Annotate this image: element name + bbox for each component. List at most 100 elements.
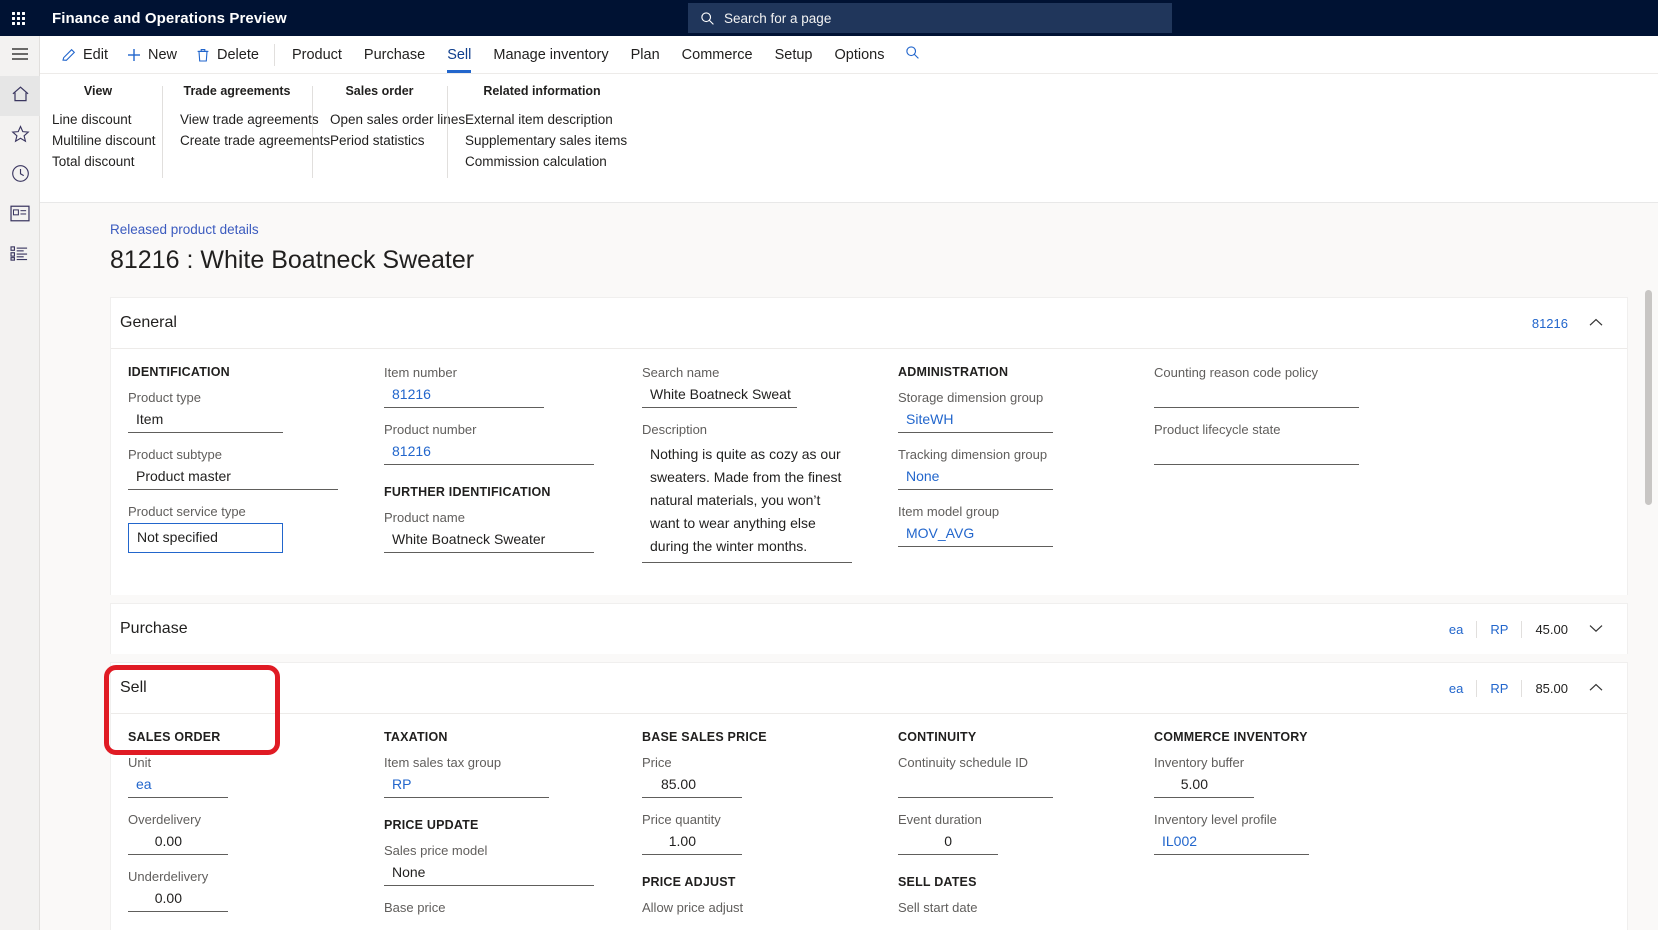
sidebar-item-recent[interactable] (0, 156, 40, 196)
link-multiline-discount[interactable]: Multiline discount (52, 130, 156, 151)
tab-setup[interactable]: Setup (764, 36, 824, 74)
chevron-up-icon (1589, 314, 1603, 332)
sidebar-item-workspaces[interactable] (0, 196, 40, 236)
fasttab-purchase-expand-button[interactable] (1581, 620, 1611, 638)
continuity-schedule-id-label: Continuity schedule ID (898, 755, 1029, 770)
product-type-value[interactable]: Item (128, 409, 283, 433)
link-external-item-description[interactable]: External item description (465, 109, 619, 130)
content-scrollbar[interactable] (1645, 290, 1652, 926)
unit-value[interactable]: ea (128, 774, 228, 798)
purchase-summary-tax-group[interactable]: RP (1477, 622, 1521, 637)
link-supplementary-sales-items[interactable]: Supplementary sales items (465, 130, 627, 151)
link-total-discount[interactable]: Total discount (52, 151, 144, 172)
field-inventory-level-profile: Inventory level profile IL002 (1154, 812, 1416, 855)
new-button[interactable]: New (117, 36, 186, 74)
product-subtype-label: Product subtype (128, 447, 222, 462)
underdelivery-value[interactable]: 0.00 (128, 888, 228, 912)
link-create-trade-agreements[interactable]: Create trade agreements (180, 130, 330, 151)
link-period-statistics[interactable]: Period statistics (330, 130, 429, 151)
sell-summary-tax-group[interactable]: RP (1477, 681, 1521, 696)
general-summary-item-number[interactable]: 81216 (1519, 316, 1581, 331)
tab-manage-inventory-label: Manage inventory (493, 46, 609, 63)
page-search-box[interactable]: Search for a page (688, 3, 1172, 33)
ribbon-group-sales-order-title: Sales order (345, 84, 414, 98)
item-number-value[interactable]: 81216 (384, 384, 544, 408)
storage-dimension-group-value[interactable]: SiteWH (898, 409, 1053, 433)
overdelivery-value[interactable]: 0.00 (128, 831, 228, 855)
sell-column-sales-order: SALES ORDER Unit ea Overdelivery 0.00 Un… (120, 730, 376, 926)
product-subtype-value[interactable]: Product master (128, 466, 338, 490)
link-view-trade-agreements[interactable]: View trade agreements (180, 109, 319, 130)
sidebar-item-home[interactable] (0, 76, 40, 116)
action-search-button[interactable] (895, 36, 929, 74)
price-value[interactable]: 85.00 (642, 774, 742, 798)
item-model-group-value[interactable]: MOV_AVG (898, 523, 1053, 547)
tab-options[interactable]: Options (823, 36, 895, 74)
product-number-value[interactable]: 81216 (384, 441, 594, 465)
tab-plan[interactable]: Plan (620, 36, 671, 74)
counting-reason-code-policy-value[interactable] (1154, 384, 1359, 408)
purchase-summary-unit[interactable]: ea (1436, 622, 1476, 637)
plus-icon (126, 47, 142, 63)
field-product-service-type: Product service type Not specified (128, 504, 366, 553)
breadcrumb[interactable]: Released product details (110, 222, 259, 237)
tracking-dimension-group-value[interactable]: None (898, 466, 1053, 490)
price-quantity-label: Price quantity (642, 812, 721, 827)
fasttab-sell-summary: ea RP 85.00 (1436, 679, 1581, 697)
trash-icon (195, 47, 211, 63)
tab-commerce[interactable]: Commerce (671, 36, 764, 74)
description-value[interactable]: Nothing is quite as cozy as our sweaters… (642, 441, 852, 563)
inventory-buffer-value[interactable]: 5.00 (1154, 774, 1254, 798)
action-pane-tabstrip: Edit New Delete Product Purchase Sell Ma… (40, 36, 1658, 74)
sell-column-continuity: CONTINUITY Continuity schedule ID Event … (890, 730, 1146, 926)
link-line-discount[interactable]: Line discount (52, 109, 144, 130)
price-adjust-heading: PRICE ADJUST (642, 875, 736, 889)
sidebar-item-modules[interactable] (0, 236, 40, 276)
inventory-level-profile-value[interactable]: IL002 (1154, 831, 1309, 855)
star-icon (10, 124, 30, 148)
app-launcher-icon (11, 11, 25, 25)
search-name-value[interactable]: White Boatneck Sweat (642, 384, 797, 408)
home-icon (11, 85, 30, 108)
new-button-label: New (148, 46, 178, 63)
continuity-schedule-id-value[interactable] (898, 774, 1053, 798)
tab-product-label: Product (291, 46, 342, 63)
item-sales-tax-group-value[interactable]: RP (384, 774, 549, 798)
sales-order-heading: SALES ORDER (128, 730, 221, 744)
chevron-up-icon (1589, 679, 1603, 697)
general-column-administration: ADMINISTRATION Storage dimension group S… (890, 365, 1146, 577)
sales-price-model-label: Sales price model (384, 843, 488, 858)
sidebar-item-favorites[interactable] (0, 116, 40, 156)
counting-reason-code-policy-label: Counting reason code policy (1154, 365, 1319, 380)
tab-purchase[interactable]: Purchase (353, 36, 436, 74)
event-duration-value[interactable]: 0 (898, 831, 998, 855)
tracking-dimension-group-label: Tracking dimension group (898, 447, 1048, 462)
edit-button[interactable]: Edit (52, 36, 117, 74)
sidebar-item-menu[interactable] (0, 36, 40, 76)
fasttab-sell-header[interactable]: Sell ea RP 85.00 (111, 663, 1627, 713)
field-description: Description Nothing is quite as cozy as … (642, 422, 880, 563)
field-counting-reason-code-policy: Counting reason code policy (1154, 365, 1416, 408)
sell-summary-unit[interactable]: ea (1436, 681, 1476, 696)
sales-price-model-value[interactable]: None (384, 862, 594, 886)
fasttab-sell-collapse-button[interactable] (1581, 679, 1611, 697)
link-open-sales-order-lines[interactable]: Open sales order lines (330, 109, 465, 130)
field-price: Price 85.00 (642, 755, 880, 798)
fasttab-purchase-header[interactable]: Purchase ea RP 45.00 (111, 604, 1627, 654)
field-inventory-buffer: Inventory buffer 5.00 (1154, 755, 1416, 798)
delete-button[interactable]: Delete (186, 36, 268, 74)
app-launcher-button[interactable] (0, 0, 36, 36)
product-name-value[interactable]: White Boatneck Sweater (384, 529, 594, 553)
fasttab-general-body: IDENTIFICATION Product type Item Product… (111, 348, 1627, 595)
tab-manage-inventory[interactable]: Manage inventory (482, 36, 619, 74)
scrollbar-thumb[interactable] (1645, 290, 1652, 505)
price-quantity-value[interactable]: 1.00 (642, 831, 742, 855)
product-lifecycle-state-value[interactable] (1154, 441, 1359, 465)
fasttab-general-collapse-button[interactable] (1581, 314, 1611, 332)
product-service-type-value[interactable]: Not specified (128, 523, 283, 553)
fasttab-general-header[interactable]: General 81216 (111, 298, 1627, 348)
tab-sell[interactable]: Sell (436, 36, 482, 74)
tab-product[interactable]: Product (281, 36, 353, 74)
link-commission-calculation[interactable]: Commission calculation (465, 151, 619, 172)
toolbar-divider (273, 43, 275, 66)
